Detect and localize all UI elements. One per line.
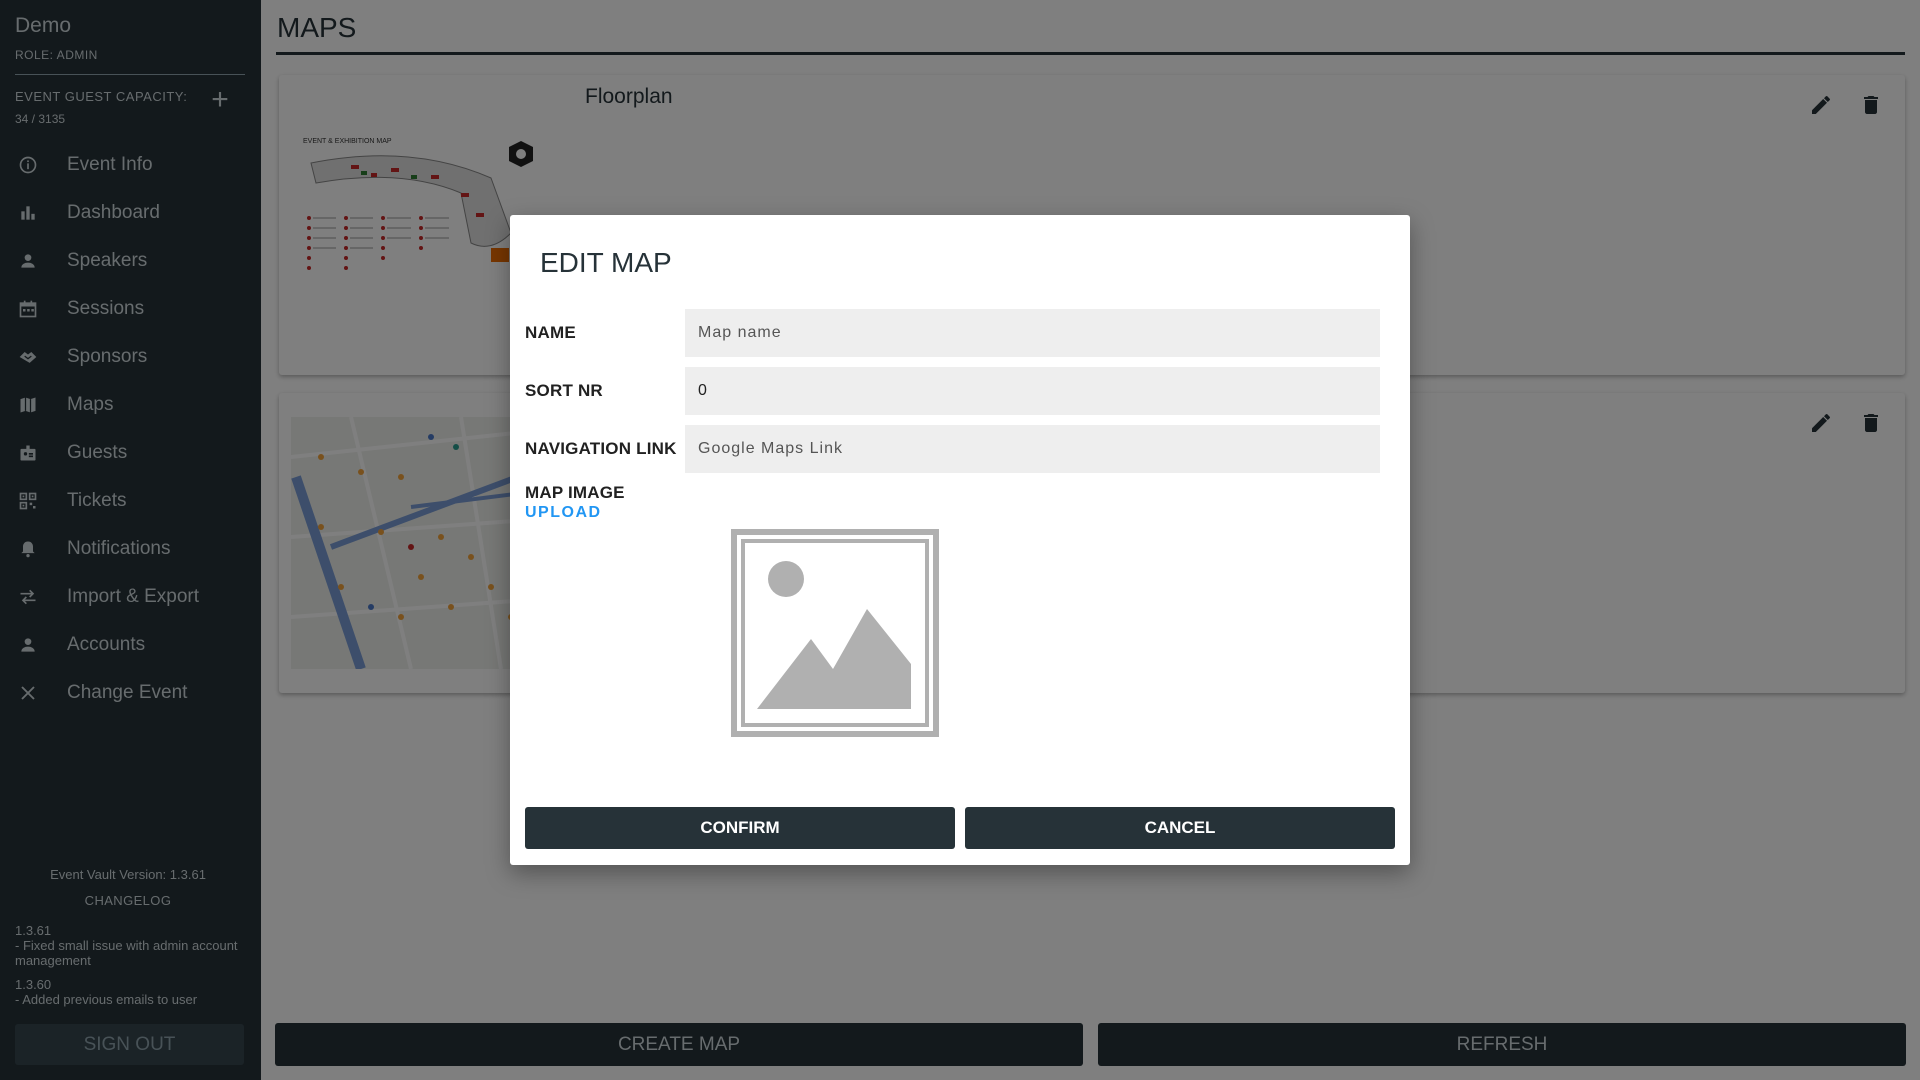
cancel-button[interactable]: CANCEL [965,807,1395,849]
confirm-button[interactable]: CONFIRM [525,807,955,849]
sort-nr-label: SORT NR [525,381,603,400]
navigation-link-label: NAVIGATION LINK [525,439,677,458]
dialog-title: EDIT MAP [540,247,672,278]
navigation-link-input[interactable] [685,425,1380,473]
image-placeholder-icon [731,529,939,737]
map-name-input[interactable] [685,309,1380,357]
map-image-label: MAP IMAGE [525,483,625,502]
edit-map-dialog: EDIT MAP NAME SORT NR NAVIGATION LINK MA… [510,215,1410,865]
sort-nr-input[interactable] [685,367,1380,415]
upload-button[interactable]: UPLOAD [525,504,602,522]
name-label: NAME [525,323,576,342]
